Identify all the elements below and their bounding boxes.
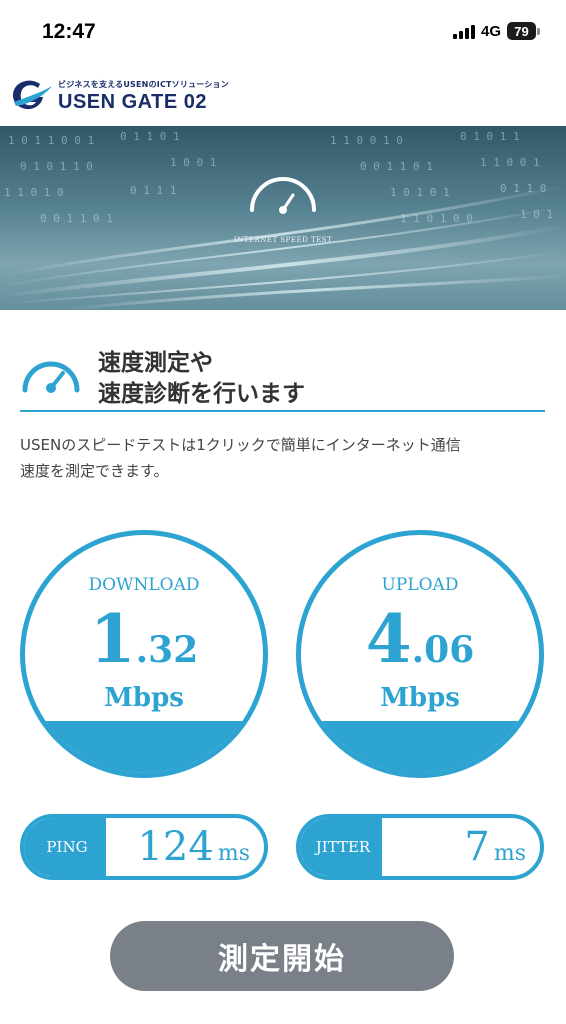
brand-logo[interactable]: ビジネスを支えるUSENのICTソリューション USEN GATE 02 bbox=[10, 76, 229, 116]
svg-text:0 0 1 1 0 1: 0 0 1 1 0 1 bbox=[40, 212, 113, 225]
section-title-line1: 速度測定や bbox=[98, 350, 213, 376]
upload-value: 4.06 bbox=[301, 600, 539, 678]
upload-unit: Mbps bbox=[380, 683, 460, 713]
svg-text:0 1 1 0 1: 0 1 1 0 1 bbox=[120, 130, 180, 143]
description-line1: USENのスピードテストは1クリックで簡単にインターネット通信 bbox=[20, 436, 461, 454]
battery-level: 79 bbox=[507, 22, 536, 40]
svg-text:1 1 0 0 1: 1 1 0 0 1 bbox=[480, 156, 540, 169]
hero-title: INTERNET SPEED TEST bbox=[233, 236, 333, 244]
svg-text:1 0 1 1 0 0 1: 1 0 1 1 0 0 1 bbox=[8, 134, 94, 147]
upload-value-int: 4 bbox=[365, 600, 412, 678]
status-indicators: 4G 79 bbox=[452, 22, 540, 40]
status-time: 12:47 bbox=[42, 20, 96, 43]
svg-text:1 1 0 0 1 0: 1 1 0 0 1 0 bbox=[330, 134, 403, 147]
svg-text:0 1 1 0: 0 1 1 0 bbox=[500, 182, 546, 195]
upload-gauge: UPLOAD 4.06 Mbps bbox=[296, 530, 544, 778]
usen-logo-icon bbox=[10, 76, 54, 116]
battery-icon: 79 bbox=[507, 22, 540, 40]
ping-unit: ms bbox=[217, 841, 250, 866]
download-label: DOWNLOAD bbox=[88, 575, 200, 595]
svg-text:0 0 1 1 0 1: 0 0 1 1 0 1 bbox=[360, 160, 433, 173]
upload-gauge-fill bbox=[301, 721, 539, 773]
download-value-int: 1 bbox=[89, 600, 136, 678]
ping-box: PING 124 ms bbox=[20, 814, 268, 880]
description-line2: 速度を測定できます。 bbox=[20, 462, 169, 480]
download-gauge: DOWNLOAD 1.32 Mbps bbox=[20, 530, 268, 778]
section-title-line2: 速度診断を行います bbox=[98, 381, 305, 407]
hero-banner: 1 0 1 1 0 0 1 0 1 1 0 1 1 1 0 0 1 0 0 1 0 1… bbox=[0, 126, 566, 310]
svg-text:1 1 0 1 0: 1 1 0 1 0 bbox=[4, 186, 64, 199]
ping-label: PING bbox=[24, 818, 106, 876]
site-header: ビジネスを支えるUSENのICTソリューション USEN GATE 02 bbox=[0, 62, 566, 126]
jitter-label: JITTER bbox=[300, 818, 382, 876]
section-description: USENのスピードテストは1クリックで簡単にインターネット通信 速度を測定できま… bbox=[20, 432, 550, 484]
network-type: 4G bbox=[480, 22, 501, 40]
signal-icon bbox=[452, 23, 475, 39]
jitter-value: 7 ms bbox=[464, 824, 526, 870]
download-unit: Mbps bbox=[104, 683, 184, 713]
start-test-button[interactable]: 測定開始 bbox=[110, 921, 454, 991]
brand-name: USEN GATE 02 bbox=[58, 90, 207, 113]
status-bar: 12:47 4G 79 bbox=[0, 0, 566, 62]
download-value: 1.32 bbox=[25, 600, 263, 678]
upload-label: UPLOAD bbox=[381, 575, 459, 595]
jitter-unit: ms bbox=[493, 841, 526, 866]
download-value-dec: .32 bbox=[135, 629, 199, 671]
section-title: 速度測定や 速度診断を行います bbox=[98, 348, 305, 410]
svg-text:1 0 0 1: 1 0 0 1 bbox=[170, 156, 216, 169]
download-gauge-fill bbox=[25, 721, 263, 773]
svg-text:1 0 1 0 1: 1 0 1 0 1 bbox=[390, 186, 450, 199]
speedometer-icon bbox=[22, 361, 80, 393]
brand-tagline: ビジネスを支えるUSENのICTソリューション bbox=[58, 79, 229, 89]
ping-number: 124 bbox=[137, 824, 214, 870]
svg-text:0 1 0 1 1 0: 0 1 0 1 1 0 bbox=[20, 160, 93, 173]
svg-text:0 1 1 1: 0 1 1 1 bbox=[130, 184, 176, 197]
upload-value-dec: .06 bbox=[411, 629, 475, 671]
ping-value: 124 ms bbox=[137, 824, 250, 870]
jitter-number: 7 bbox=[464, 824, 490, 870]
jitter-box: JITTER 7 ms bbox=[296, 814, 544, 880]
svg-text:0 1 0 1 1: 0 1 0 1 1 bbox=[460, 130, 520, 143]
section-heading: 速度測定や 速度診断を行います bbox=[20, 348, 545, 412]
